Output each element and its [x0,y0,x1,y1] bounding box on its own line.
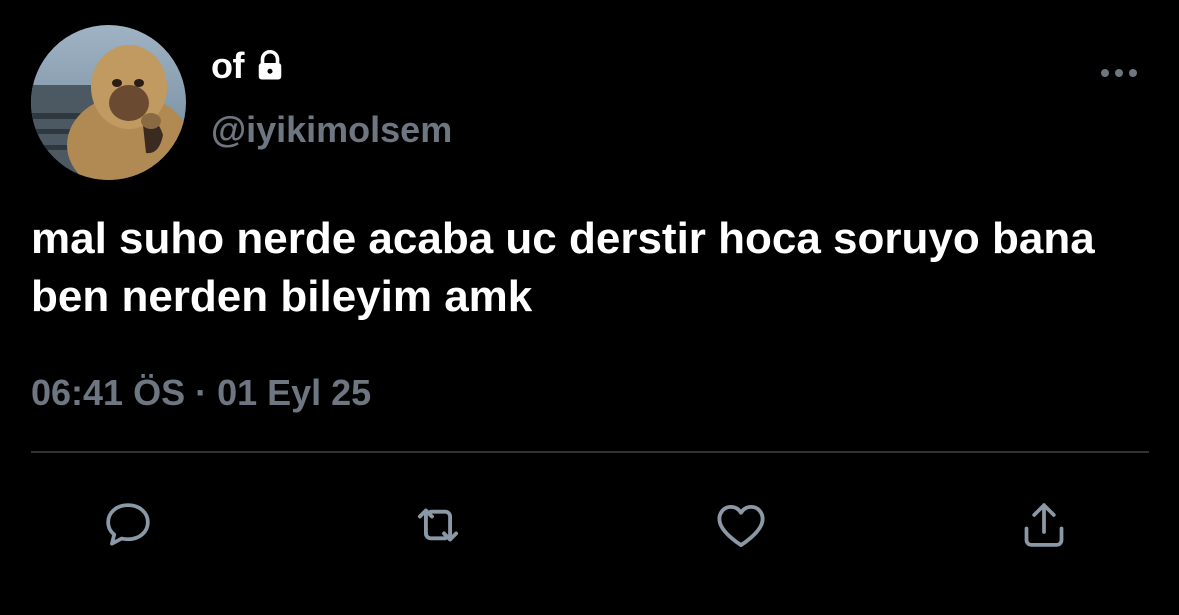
lock-icon [258,50,282,80]
comment-icon [106,503,150,546]
tweet-timestamp[interactable]: 06:41 ÖS · 01 Eyl 25 [31,370,371,416]
user-handle[interactable]: @iyikimolsem [211,108,452,152]
heart-icon [717,504,765,547]
retweet-button[interactable] [408,495,468,555]
tweet-text: mal suho nerde acaba uc derstir hoca sor… [31,214,1095,321]
display-name[interactable]: of [211,44,288,88]
divider [31,451,1149,453]
share-icon [1024,503,1064,547]
share-button[interactable] [1014,495,1074,555]
retweet-icon [417,508,459,542]
reply-button[interactable] [98,495,158,555]
display-name-text: of [211,45,244,86]
monkey-avatar-icon [31,25,186,180]
like-button[interactable] [711,495,771,555]
avatar[interactable] [31,25,186,180]
tweet-card: of @iyikimolsem mal suho nerde acaba uc … [0,0,1179,615]
more-options-icon[interactable] [1094,58,1144,88]
